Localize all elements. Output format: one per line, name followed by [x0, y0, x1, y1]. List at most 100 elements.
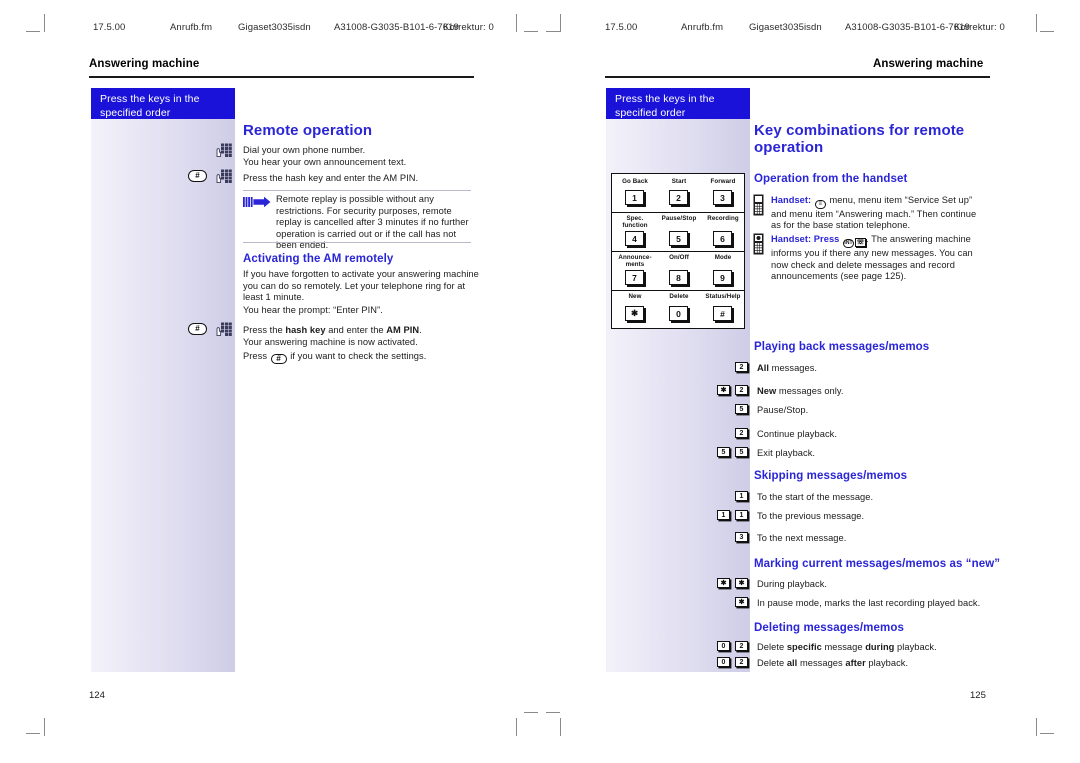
keymap-caption: Delete [669, 293, 689, 300]
key-glyph-star[interactable]: ✱ [735, 578, 748, 588]
group-2-row-3: To the next message. [757, 533, 847, 543]
runhead-right-date: 17.5.00 [605, 22, 638, 33]
hash-key-icon: # [270, 354, 287, 364]
keymap-caption: Announce- ments [618, 254, 652, 269]
key-glyph-1[interactable]: 1 [735, 491, 748, 501]
key-glyph-star[interactable]: ✱ [735, 597, 748, 607]
group-1-row-5: Exit playback. [757, 448, 816, 458]
key-glyph-2[interactable]: 2 [735, 362, 748, 372]
keymap-divider [612, 212, 744, 213]
left-step3-bold1: hash key [285, 325, 326, 335]
left-step3-pre: Press the [243, 325, 286, 335]
group-4-row-1-pre: Delete [757, 642, 787, 652]
crop-mark [26, 31, 40, 32]
keymap-key-2[interactable]: 2 [669, 190, 688, 205]
left-para3-pre: Press [243, 351, 270, 361]
right-chapter-title: Answering machine [873, 58, 984, 70]
keymap-key-3[interactable]: 3 [713, 190, 732, 205]
left-step3-text: Press the hash key and enter the AM PIN.… [243, 325, 483, 348]
key-glyph-star[interactable]: ✱ [717, 385, 730, 395]
left-step3-line2: Your answering machine is now activated. [243, 336, 418, 347]
handset-item-1: Handset: ≡ menu, menu item “Service Set … [771, 195, 986, 232]
keymap-caption: Spec. function [622, 215, 648, 230]
keypad-hand-icon [216, 322, 232, 337]
handset-item-2: Handset: Press INT ☏. The answering machi… [771, 234, 986, 283]
keymap-key-5[interactable]: 5 [669, 231, 688, 246]
group-1-row-1-rest: messages. [769, 363, 818, 373]
key-glyph-5[interactable]: 5 [735, 447, 748, 457]
group-1-row-2: New messages only. [757, 386, 992, 398]
crop-mark [546, 31, 560, 32]
keymap-key-hash[interactable]: # [713, 306, 732, 321]
am-key-icon: ☏ [855, 238, 867, 248]
group-4-row-1-rest: playback. [894, 642, 937, 652]
keymap-key-8[interactable]: 8 [669, 270, 688, 285]
handset-item-2-label: Handset: Press [771, 234, 840, 244]
keymap-caption: On/Off [669, 254, 689, 261]
note-text: Remote replay is possible without any re… [276, 194, 469, 251]
runhead-right-product: Gigaset3035isdn [749, 22, 822, 33]
key-glyph-3[interactable]: 3 [735, 532, 748, 542]
hash-key-icon: # [188, 170, 207, 182]
group-4-row-2-bold: all [786, 658, 798, 668]
crop-mark [44, 718, 45, 736]
key-glyph-2[interactable]: 2 [735, 641, 748, 651]
key-glyph-star[interactable]: ✱ [717, 578, 730, 588]
keymap-key-star[interactable]: ✱ [625, 306, 644, 321]
key-glyph-1[interactable]: 1 [735, 510, 748, 520]
hash-key-icon: # [188, 323, 207, 335]
left-subsection-title: Activating the AM remotely [243, 253, 394, 265]
group-1-row-1: All messages. [757, 363, 992, 375]
right-section-title: Key combinations for remote operation [754, 122, 965, 156]
keymap-key-1[interactable]: 1 [625, 190, 644, 205]
runhead-left-file: Anrufb.fm [170, 22, 213, 33]
left-section-title: Remote operation [243, 122, 373, 139]
crop-mark [1036, 718, 1037, 736]
right-banner: Press the keys in the specified order [606, 88, 750, 119]
key-glyph-1[interactable]: 1 [717, 510, 730, 520]
print-spread: 17.5.00 Anrufb.fm Gigaset3035isdn A31008… [0, 0, 1080, 763]
left-header-rule [89, 76, 474, 78]
group-1-row-2-rest: messages only. [776, 386, 844, 396]
keymap-caption: Go Back [622, 178, 648, 185]
group-4-title: Deleting messages/memos [754, 622, 904, 634]
left-para2: You hear the prompt: “Enter PIN”. [243, 305, 383, 315]
crop-mark [44, 14, 45, 32]
crop-mark [516, 718, 517, 736]
crop-mark [26, 733, 40, 734]
keymap-key-6[interactable]: 6 [713, 231, 732, 246]
keymap-caption: Recording [707, 215, 739, 222]
keymap-caption: Forward [710, 178, 736, 185]
group-4-row-1: Delete specific message during playback. [757, 642, 992, 654]
keymap-key-4[interactable]: 4 [625, 231, 644, 246]
key-glyph-0[interactable]: 0 [717, 657, 730, 667]
keymap-key-7[interactable]: 7 [625, 270, 644, 285]
note-rule-top [243, 190, 471, 191]
key-glyph-2[interactable]: 2 [735, 428, 748, 438]
handset-section-title: Operation from the handset [754, 173, 908, 185]
crop-mark [1040, 31, 1054, 32]
group-1-row-1-bold: All [757, 363, 770, 373]
keypad-hand-icon [216, 143, 232, 158]
right-folio: 125 [970, 690, 986, 701]
runhead-left-korr: Korrektur: 0 [443, 22, 494, 33]
runhead-right-docnum: A31008-G3035-B101-6-7619 [845, 22, 970, 33]
key-glyph-2[interactable]: 2 [735, 385, 748, 395]
keymap-key-0[interactable]: 0 [669, 306, 688, 321]
key-glyph-5[interactable]: 5 [717, 447, 730, 457]
group-4-row-2-mid: messages [797, 658, 846, 668]
key-glyph-0[interactable]: 0 [717, 641, 730, 651]
group-2-row-1: To the start of the message. [757, 492, 874, 502]
key-glyph-2[interactable]: 2 [735, 657, 748, 667]
left-step3-bold2: AM PIN [386, 325, 420, 335]
left-step3-end: . [419, 325, 422, 335]
left-folio: 124 [89, 690, 105, 701]
handset-icon [753, 194, 764, 216]
int-key-icon: INT [843, 239, 855, 248]
keymap-key-9[interactable]: 9 [713, 270, 732, 285]
handset-item-1-label: Handset: [771, 195, 812, 205]
keymap-divider [612, 251, 744, 252]
group-4-row-1-bold: specific [786, 642, 822, 652]
key-glyph-5[interactable]: 5 [735, 404, 748, 414]
menu-key-icon: ≡ [814, 199, 826, 209]
